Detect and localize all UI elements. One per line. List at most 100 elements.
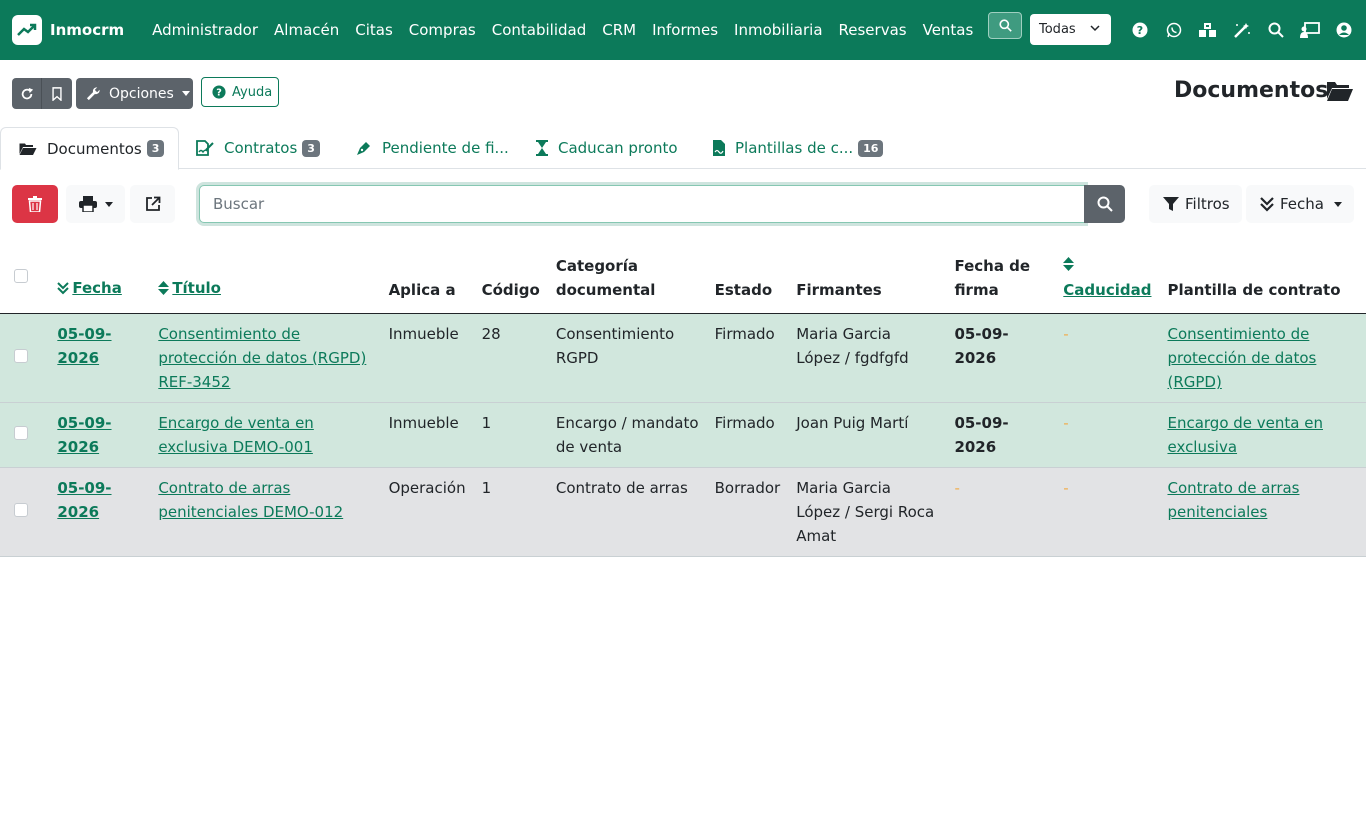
svg-text:?: ?	[1137, 24, 1143, 37]
tab-contratos[interactable]: Contratos 3	[196, 127, 320, 169]
menu-item-almacen[interactable]: Almacén	[266, 21, 347, 39]
signers-cell: Maria Garcia López / Sergi Roca Amat	[788, 467, 947, 557]
brand[interactable]: Inmocrm	[12, 15, 124, 45]
delete-button[interactable]	[12, 185, 58, 223]
row-select-cell	[0, 467, 50, 557]
date-link[interactable]: 05-09-2026	[57, 325, 111, 367]
whatsapp-icon[interactable]	[1157, 22, 1191, 38]
column-header-codigo: Código	[473, 246, 548, 314]
template-link[interactable]: Consentimiento de protección de datos (R…	[1167, 325, 1316, 391]
row-checkbox[interactable]	[14, 426, 28, 440]
search-button[interactable]	[1084, 185, 1125, 223]
table-row[interactable]: 05-09-2026 Contrato de arras penitencial…	[0, 467, 1366, 557]
date-link[interactable]: 05-09-2026	[57, 479, 111, 521]
date-link[interactable]: 05-09-2026	[57, 414, 111, 456]
signers-cell: Maria Garcia López / fgdfgfd	[788, 313, 947, 403]
column-header-fecha[interactable]: Fecha	[49, 246, 151, 314]
company-select[interactable]: Todas	[1030, 14, 1111, 45]
brand-name: Inmocrm	[50, 21, 125, 39]
title-link[interactable]: Consentimiento de protección de datos (R…	[158, 325, 366, 391]
company-select-value: Todas	[1039, 22, 1076, 37]
title-link[interactable]: Contrato de arras penitenciales DEMO-012	[158, 479, 343, 521]
bookmark-button[interactable]	[42, 78, 72, 109]
table-row[interactable]: 05-09-2026 Encargo de venta en exclusiva…	[0, 402, 1366, 468]
status-cell: Borrador	[706, 467, 789, 557]
date-sort-label: Fecha	[1280, 195, 1324, 213]
tab-label: Documentos	[47, 139, 142, 158]
caret-down-icon	[181, 91, 190, 96]
menu-item-citas[interactable]: Citas	[347, 21, 401, 39]
refresh-icon	[21, 87, 33, 99]
menu-item-administrador[interactable]: Administrador	[144, 21, 266, 39]
table-header-row: Fecha Título Aplica a Código Categoría d…	[0, 246, 1366, 314]
file-signature-icon	[196, 140, 214, 156]
nav-search-button[interactable]	[988, 12, 1022, 39]
menu-item-compras[interactable]: Compras	[401, 21, 484, 39]
tab-caducan-pronto[interactable]: Caducan pronto	[536, 127, 678, 169]
menu-item-crm[interactable]: CRM	[594, 21, 644, 39]
template-link[interactable]: Contrato de arras penitenciales	[1167, 479, 1299, 521]
refresh-bookmark-group	[12, 78, 72, 109]
chalkboard-user-icon[interactable]	[1293, 21, 1327, 38]
search-icon[interactable]	[1259, 22, 1293, 38]
external-link-icon	[145, 196, 160, 211]
column-header-aplica: Aplica a	[380, 246, 474, 314]
signers-cell: Joan Puig Martí	[788, 402, 947, 468]
cubes-icon[interactable]	[1191, 22, 1225, 38]
column-header-categoria: Categoría documental	[547, 246, 707, 314]
column-header-estado: Estado	[706, 246, 789, 314]
refresh-button[interactable]	[12, 78, 42, 109]
bookmark-icon	[52, 86, 62, 101]
menu-item-ventas[interactable]: Ventas	[915, 21, 982, 39]
tab-pendiente-firma[interactable]: Pendiente de fi...	[356, 127, 509, 169]
expiry-cell: -	[1055, 402, 1160, 468]
question-circle-icon: ?	[212, 85, 226, 99]
trend-up-icon	[12, 15, 42, 45]
sort-icon	[158, 281, 170, 295]
search-input[interactable]	[199, 185, 1085, 223]
magic-wand-icon[interactable]	[1225, 22, 1259, 38]
file-contract-icon	[713, 140, 725, 156]
filters-button[interactable]: Filtros	[1149, 185, 1242, 223]
filter-icon	[1163, 197, 1179, 211]
menu-item-inmobiliaria[interactable]: Inmobiliaria	[726, 21, 830, 39]
row-select-cell	[0, 402, 50, 468]
options-button[interactable]: Opciones	[76, 78, 193, 109]
column-label: Caducidad	[1063, 281, 1152, 299]
tab-plantillas[interactable]: Plantillas de c... 16	[713, 127, 884, 169]
column-header-firmantes: Firmantes	[788, 246, 947, 314]
search-icon	[1097, 196, 1113, 212]
chevrons-down-icon	[57, 282, 70, 295]
template-link[interactable]: Encargo de venta en exclusiva	[1167, 414, 1323, 456]
open-external-button[interactable]	[130, 185, 175, 223]
tab-label: Plantillas de c...	[735, 139, 854, 157]
row-checkbox[interactable]	[14, 503, 28, 517]
nav-right: Todas ?	[988, 10, 1361, 45]
menu-item-reservas[interactable]: Reservas	[831, 21, 915, 39]
tab-label: Pendiente de fi...	[382, 139, 509, 157]
category-cell: Contrato de arras	[547, 467, 707, 557]
options-label: Opciones	[109, 85, 174, 102]
status-cell: Firmado	[706, 402, 789, 468]
help-label: Ayuda	[232, 84, 273, 100]
sort-icon	[1063, 257, 1075, 271]
table-row[interactable]: 05-09-2026 Consentimiento de protección …	[0, 313, 1366, 403]
caret-down-icon	[104, 201, 113, 207]
select-all-checkbox[interactable]	[14, 269, 28, 283]
user-circle-icon[interactable]	[1327, 22, 1361, 38]
tab-documentos[interactable]: Documentos 3	[0, 127, 179, 170]
column-header-titulo[interactable]: Título	[150, 246, 381, 314]
help-icon[interactable]: ?	[1123, 22, 1157, 38]
trash-icon	[28, 196, 42, 212]
date-sort-button[interactable]: Fecha	[1246, 185, 1354, 223]
row-checkbox[interactable]	[14, 349, 28, 363]
column-header-plantilla: Plantilla de contrato	[1159, 246, 1366, 314]
help-button[interactable]: ? Ayuda	[201, 77, 279, 107]
chevrons-down-icon	[1260, 197, 1274, 212]
signature-date-cell: 05-09-2026	[946, 313, 1056, 403]
menu-item-contabilidad[interactable]: Contabilidad	[484, 21, 595, 39]
menu-item-informes[interactable]: Informes	[644, 21, 726, 39]
title-link[interactable]: Encargo de venta en exclusiva DEMO-001	[158, 414, 314, 456]
print-button[interactable]	[66, 185, 125, 223]
column-header-caducidad[interactable]: Caducidad	[1055, 246, 1160, 314]
